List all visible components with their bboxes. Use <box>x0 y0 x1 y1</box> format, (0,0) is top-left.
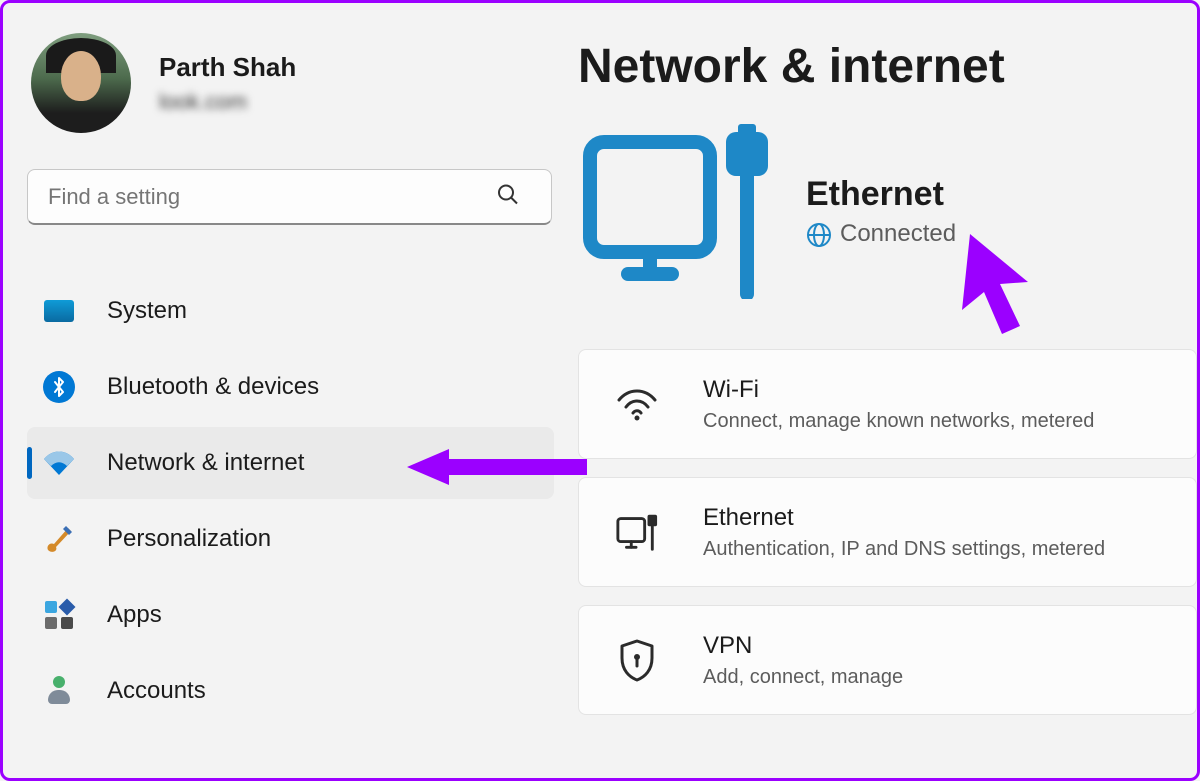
card-wifi[interactable]: Wi-Fi Connect, manage known networks, me… <box>578 349 1197 459</box>
sidebar-item-label: System <box>107 297 187 325</box>
card-texts: VPN Add, connect, manage <box>703 632 903 689</box>
card-ethernet[interactable]: Ethernet Authentication, IP and DNS sett… <box>578 477 1197 587</box>
globe-icon <box>806 222 830 246</box>
search-icon[interactable] <box>496 183 520 212</box>
card-title: Wi-Fi <box>703 376 1094 404</box>
sidebar-item-apps[interactable]: Apps <box>27 579 554 651</box>
main-panel: Network & internet Ethernet <box>578 3 1197 778</box>
system-icon <box>41 293 77 329</box>
sidebar-item-label: Network & internet <box>107 449 304 477</box>
user-texts: Parth Shah look.com <box>159 52 296 115</box>
sidebar: Parth Shah look.com System <box>3 3 578 778</box>
sidebar-item-network[interactable]: Network & internet <box>27 427 554 499</box>
card-title: VPN <box>703 632 903 660</box>
settings-window: Parth Shah look.com System <box>0 0 1200 781</box>
page-title: Network & internet <box>578 39 1197 94</box>
settings-cards: Wi-Fi Connect, manage known networks, me… <box>578 349 1197 715</box>
sidebar-item-personalization[interactable]: Personalization <box>27 503 554 575</box>
ethernet-icon <box>615 510 659 554</box>
search-row <box>27 169 554 225</box>
hero-status: Connected <box>840 220 956 248</box>
user-block[interactable]: Parth Shah look.com <box>31 33 554 133</box>
sidebar-item-label: Accounts <box>107 677 206 705</box>
hero-texts: Ethernet Connected <box>806 175 956 248</box>
ethernet-hero-icon <box>578 124 778 299</box>
sidebar-item-bluetooth[interactable]: Bluetooth & devices <box>27 351 554 423</box>
sidebar-item-system[interactable]: System <box>27 275 554 347</box>
card-vpn[interactable]: VPN Add, connect, manage <box>578 605 1197 715</box>
brush-icon <box>41 521 77 557</box>
card-sub: Add, connect, manage <box>703 666 903 689</box>
nav-list: System Bluetooth & devices <box>27 275 554 727</box>
card-texts: Wi-Fi Connect, manage known networks, me… <box>703 376 1094 433</box>
wifi-icon <box>615 382 659 426</box>
hero-name: Ethernet <box>806 175 956 214</box>
sidebar-item-label: Apps <box>107 601 162 629</box>
card-title: Ethernet <box>703 504 1105 532</box>
sidebar-item-label: Personalization <box>107 525 271 553</box>
annotation-arrow-icon <box>407 445 587 489</box>
sidebar-item-accounts[interactable]: Accounts <box>27 655 554 727</box>
user-name: Parth Shah <box>159 52 296 83</box>
card-sub: Connect, manage known networks, metered <box>703 410 1094 433</box>
avatar <box>31 33 131 133</box>
sidebar-item-label: Bluetooth & devices <box>107 373 319 401</box>
annotation-cursor-icon <box>958 234 1058 344</box>
card-texts: Ethernet Authentication, IP and DNS sett… <box>703 504 1105 561</box>
user-email: look.com <box>159 89 296 115</box>
card-sub: Authentication, IP and DNS settings, met… <box>703 538 1105 561</box>
hero-status-row: Connected <box>806 220 956 248</box>
search-input[interactable] <box>27 169 552 225</box>
shield-lock-icon <box>615 638 659 682</box>
person-icon <box>41 673 77 709</box>
network-hero[interactable]: Ethernet Connected <box>578 124 1197 299</box>
apps-icon <box>41 597 77 633</box>
bluetooth-icon <box>41 369 77 405</box>
wifi-icon <box>41 445 77 481</box>
